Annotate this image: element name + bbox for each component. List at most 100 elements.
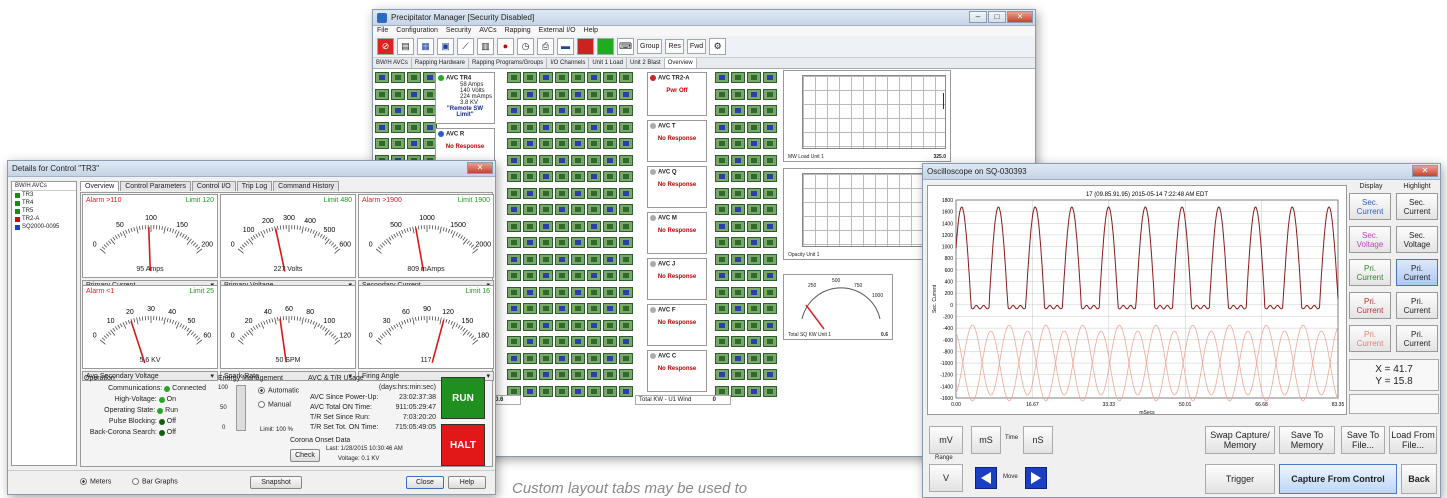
transformer-icon[interactable] (571, 88, 585, 100)
transformer-icon[interactable] (507, 303, 521, 314)
bar-graphs-radio[interactable]: Bar Graphs (132, 478, 178, 485)
transformer-icon[interactable] (715, 121, 729, 133)
transformer-icon[interactable] (507, 105, 521, 116)
display-toggle-button[interactable]: Pri. Current (1349, 325, 1391, 352)
transformer-icon[interactable] (539, 237, 553, 248)
transformer-icon[interactable] (507, 319, 521, 331)
menu-avcs[interactable]: AVCs (479, 26, 496, 36)
clock-icon[interactable]: ◷ (517, 38, 534, 55)
transformer-icon[interactable] (523, 385, 537, 397)
transformer-icon[interactable] (747, 352, 761, 364)
tab-control-parameters[interactable]: Control Parameters (120, 181, 191, 191)
transformer-icon[interactable] (763, 319, 777, 331)
transformer-icon[interactable] (507, 154, 521, 166)
monitor-icon[interactable]: ▣ (437, 38, 454, 55)
transformer-icon[interactable] (507, 72, 521, 83)
transformer-icon[interactable] (763, 187, 777, 199)
highlight-toggle-button[interactable]: Pri. Current (1396, 292, 1438, 319)
close-dialog-button[interactable]: Close (406, 476, 444, 489)
transformer-icon[interactable] (731, 369, 745, 380)
transformer-icon[interactable] (555, 154, 569, 166)
transformer-icon[interactable] (731, 253, 745, 265)
transformer-icon[interactable] (603, 105, 617, 116)
transformer-icon[interactable] (763, 171, 777, 182)
display-toggle-button[interactable]: Pri. Current (1349, 292, 1391, 319)
transformer-icon[interactable] (555, 220, 569, 232)
transformer-icon[interactable] (731, 72, 745, 83)
transformer-icon[interactable] (539, 121, 553, 133)
transformer-icon[interactable] (763, 72, 777, 83)
transformer-icon[interactable] (715, 303, 729, 314)
res-button[interactable]: Res (665, 39, 684, 54)
transformer-icon[interactable] (407, 138, 421, 149)
transformer-icon[interactable] (731, 237, 745, 248)
transformer-icon[interactable] (763, 385, 777, 397)
meters-radio[interactable]: Meters (80, 478, 111, 485)
transformer-icon[interactable] (507, 204, 521, 215)
transformer-icon[interactable] (603, 253, 617, 265)
transformer-icon[interactable] (619, 369, 633, 380)
transformer-icon[interactable] (523, 171, 537, 182)
transformer-icon[interactable] (523, 121, 537, 133)
transformer-icon[interactable] (747, 220, 761, 232)
transformer-icon[interactable] (763, 220, 777, 232)
transformer-icon[interactable] (619, 336, 633, 347)
transformer-icon[interactable] (731, 319, 745, 331)
transformer-icon[interactable] (523, 270, 537, 281)
transformer-icon[interactable] (375, 105, 389, 116)
transformer-icon[interactable] (763, 121, 777, 133)
transformer-icon[interactable] (619, 385, 633, 397)
transformer-icon[interactable] (539, 352, 553, 364)
transformer-icon[interactable] (555, 385, 569, 397)
transformer-icon[interactable] (571, 237, 585, 248)
transformer-icon[interactable] (731, 187, 745, 199)
tree-item-tr3[interactable]: TR3 (12, 191, 76, 199)
tab-rapping-hardware[interactable]: Rapping Hardware (412, 58, 469, 68)
transformer-icon[interactable] (507, 187, 521, 199)
transformer-icon[interactable] (715, 204, 729, 215)
transformer-icon[interactable] (603, 336, 617, 347)
transformer-icon[interactable] (407, 72, 421, 83)
transformer-icon[interactable] (571, 138, 585, 149)
transformer-icon[interactable] (619, 303, 633, 314)
transformer-icon[interactable] (539, 303, 553, 314)
halt-all-icon[interactable] (597, 38, 614, 55)
save-to-memory-button[interactable]: Save To Memory (1279, 426, 1335, 454)
highlight-toggle-button[interactable]: Pri. Current (1396, 259, 1438, 286)
transformer-icon[interactable] (375, 72, 389, 83)
transformer-icon[interactable] (539, 336, 553, 347)
manual-radio[interactable]: Manual (258, 401, 291, 408)
transformer-icon[interactable] (603, 72, 617, 83)
transformer-icon[interactable] (619, 286, 633, 298)
transformer-icon[interactable] (587, 187, 601, 199)
ns-button[interactable]: nS (1023, 426, 1053, 454)
avc-panel-c[interactable]: AVC C No Response (647, 350, 707, 392)
tab-control-io[interactable]: Control I/O (191, 181, 236, 191)
transformer-icon[interactable] (539, 204, 553, 215)
transformer-icon[interactable] (539, 270, 553, 281)
halt-button[interactable]: HALT (441, 424, 485, 466)
transformer-icon[interactable] (375, 121, 389, 133)
transformer-icon[interactable] (619, 187, 633, 199)
avc-panel-f[interactable]: AVC F No Response (647, 304, 707, 346)
transformer-icon[interactable] (571, 187, 585, 199)
grid-icon[interactable]: ▦ (417, 38, 434, 55)
tab-command-history[interactable]: Command History (273, 181, 340, 191)
transformer-icon[interactable] (555, 237, 569, 248)
transformer-icon[interactable] (555, 138, 569, 149)
transformer-icon[interactable] (619, 319, 633, 331)
menu-security[interactable]: Security (446, 26, 471, 36)
transformer-icon[interactable] (539, 187, 553, 199)
transformer-icon[interactable] (747, 72, 761, 83)
transformer-icon[interactable] (523, 286, 537, 298)
transformer-icon[interactable] (747, 385, 761, 397)
fwd-button[interactable]: Fwd (686, 39, 707, 54)
transformer-icon[interactable] (587, 303, 601, 314)
avc-panel-t[interactable]: AVC T No Response (647, 120, 707, 162)
transformer-icon[interactable] (539, 286, 553, 298)
tab-unit2-blast[interactable]: Unit 2 Blast (627, 58, 665, 68)
transformer-icon[interactable] (763, 138, 777, 149)
transformer-icon[interactable] (747, 204, 761, 215)
transformer-icon[interactable] (587, 72, 601, 83)
transformer-icon[interactable] (619, 105, 633, 116)
